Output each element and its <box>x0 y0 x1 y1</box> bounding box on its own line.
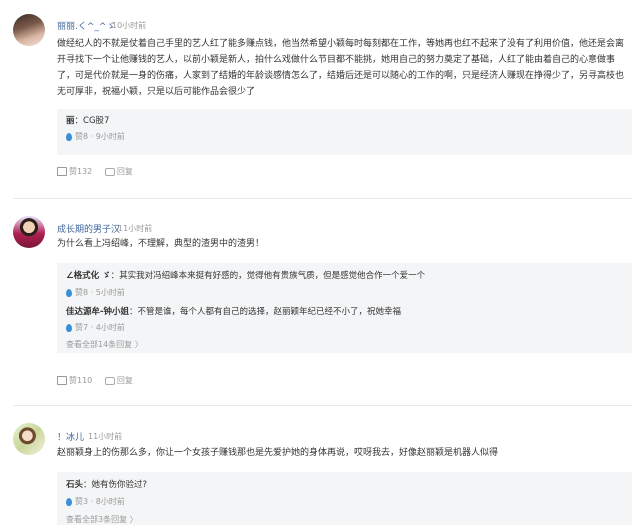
reply-button[interactable]: 回复 <box>117 167 133 176</box>
reply-text: ：CG股7 <box>74 116 110 126</box>
like-drop-icon[interactable] <box>66 132 72 141</box>
comment-item: 丽丽.く^_^ゞ 10小时前 做经纪人的不就是仗着自己手里的艺人红了能多赚点钱，… <box>0 0 640 200</box>
username[interactable]: ！冰儿 <box>57 430 84 443</box>
comment-time: 10小时前 <box>112 21 147 30</box>
avatar[interactable] <box>13 14 45 46</box>
comment-time: 11小时前 <box>88 432 123 441</box>
comment-actions: 赞110 回复 <box>57 375 133 386</box>
reply-time: 8小时前 <box>95 497 125 506</box>
reply-item: ∠格式化 ゞ：其实我对冯绍峰本来挺有好感的，觉得他有贵族气质，但是感觉他合作一个… <box>66 269 425 281</box>
reply-text: ：不管是谁，每个人都有自己的选择，赵丽颖年纪已经不小了，祝她幸福 <box>129 307 402 317</box>
reply-meta: 赞8 · 5小时前 <box>66 287 125 298</box>
reply-text: ：其实我对冯绍峰本来挺有好感的，觉得他有贵族气质，但是感觉他合作一个爱一个 <box>110 271 426 281</box>
reply-meta: 赞7 · 4小时前 <box>66 322 125 333</box>
like-count[interactable]: 赞110 <box>69 376 92 385</box>
like-drop-icon[interactable] <box>66 323 72 332</box>
like-drop-icon[interactable] <box>66 288 72 297</box>
reply-box: 石头：她有伤你验过? 赞3 · 8小时前 查看全部3条回复 〉 <box>57 472 632 525</box>
comment-time: 11小时前 <box>118 224 153 233</box>
reply-user[interactable]: 丽 <box>66 116 75 126</box>
comment-text: 赵丽颖身上的伤那么多，你让一个女孩子赚钱那也是先爱护她的身体再说，哎呀我去，好像… <box>57 448 499 458</box>
comment-actions: 赞132 回复 <box>57 166 133 177</box>
avatar[interactable] <box>13 423 45 455</box>
reply-user[interactable]: ∠格式化 ゞ <box>66 271 111 281</box>
like-count[interactable]: 赞132 <box>69 167 92 176</box>
reply-likes[interactable]: 赞8 <box>75 288 88 297</box>
reply-box: ∠格式化 ゞ：其实我对冯绍峰本来挺有好感的，觉得他有贵族气质，但是感觉他合作一个… <box>57 263 632 353</box>
reply-likes[interactable]: 赞7 <box>75 323 88 332</box>
reply-item: 佳达源牟-钟小姐：不管是谁，每个人都有自己的选择，赵丽颖年纪已经不小了，祝她幸福 <box>66 305 401 317</box>
reply-meta: 赞3 · 8小时前 <box>66 496 125 507</box>
thumbs-up-icon[interactable] <box>57 376 67 385</box>
comment-item: 成长期的男子汉 11小时前 为什么看上冯绍峰，不理解，典型的渣男中的渣男！ ∠格… <box>0 200 640 405</box>
reply-button[interactable]: 回复 <box>117 376 133 385</box>
reply-item: 石头：她有伤你验过? <box>66 478 147 490</box>
divider <box>13 198 632 199</box>
reply-time: 9小时前 <box>95 132 125 141</box>
reply-icon[interactable] <box>104 167 115 176</box>
username[interactable]: 丽丽.く^_^ゞ <box>57 19 115 32</box>
reply-time: 5小时前 <box>95 288 125 297</box>
thumbs-up-icon[interactable] <box>57 167 67 176</box>
reply-likes[interactable]: 赞3 <box>75 497 88 506</box>
view-all-replies-link[interactable]: 查看全部3条回复 〉 <box>66 514 138 525</box>
reply-time: 4小时前 <box>95 323 125 332</box>
reply-icon[interactable] <box>104 376 115 385</box>
reply-user[interactable]: 石头 <box>66 480 83 490</box>
reply-user[interactable]: 佳达源牟-钟小姐 <box>66 307 129 317</box>
reply-box: 丽：CG股7 赞8 · 9小时前 <box>57 109 632 155</box>
reply-text: ：她有伤你验过? <box>83 480 148 490</box>
username[interactable]: 成长期的男子汉 <box>57 222 120 235</box>
comment-text: 为什么看上冯绍峰，不理解，典型的渣男中的渣男！ <box>57 239 265 249</box>
comment-text: 做经纪人的不就是仗着自己手里的艺人红了能多赚点钱，他当然希望小颖每时每刻都在工作… <box>57 39 625 97</box>
comment-item: ！冰儿 11小时前 赵丽颖身上的伤那么多，你让一个女孩子赚钱那也是先爱护她的身体… <box>0 407 640 525</box>
like-drop-icon[interactable] <box>66 497 72 506</box>
view-all-replies-link[interactable]: 查看全部14条回复 〉 <box>66 339 143 350</box>
avatar[interactable] <box>13 216 45 248</box>
reply-item: 丽：CG股7 <box>66 114 109 126</box>
reply-likes[interactable]: 赞8 <box>75 132 88 141</box>
reply-meta: 赞8 · 9小时前 <box>66 131 125 142</box>
divider <box>13 405 632 406</box>
